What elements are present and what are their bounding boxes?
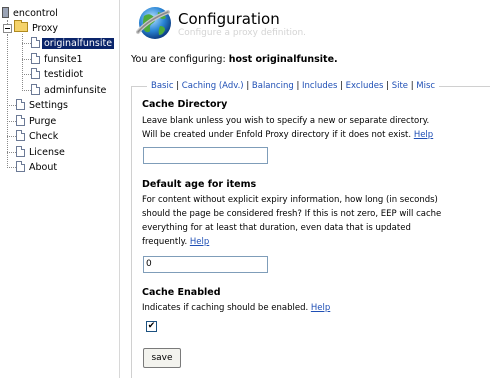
document-icon: [16, 161, 25, 172]
default-age-input[interactable]: 0: [143, 256, 268, 273]
cache-directory-help-link[interactable]: Help: [414, 130, 433, 140]
tab-caching[interactable]: Caching: [182, 81, 216, 91]
tree-connector: [7, 136, 16, 137]
cache-directory-description: Leave blank unless you wish to specify a…: [142, 114, 484, 142]
cache-enabled-description: Indicates if caching should be enabled. …: [142, 301, 484, 315]
default-age-description: For content without explicit expiry info…: [142, 193, 484, 249]
document-icon: [16, 146, 25, 157]
document-icon: [31, 37, 40, 48]
tree-item-label: originalfunsite: [42, 38, 115, 49]
default-age-title: Default age for items: [142, 179, 257, 190]
save-button[interactable]: save: [143, 348, 181, 368]
description-line: Will be created under Enfold Proxy direc…: [142, 128, 484, 142]
tree-item-label: Settings: [29, 100, 68, 111]
tree-item-label: testidiot: [44, 69, 84, 80]
tab-misc[interactable]: Misc: [416, 81, 435, 91]
cache-enabled-help-link[interactable]: Help: [311, 303, 330, 313]
description-line: everything for at least that duration, e…: [142, 223, 411, 233]
cache-directory-input[interactable]: [143, 147, 268, 164]
description-text: frequently.: [142, 237, 188, 247]
tree-item-label: Purge: [29, 116, 57, 127]
tree-item-purge[interactable]: Purge: [16, 115, 58, 128]
tree-site-funsite1[interactable]: funsite1: [31, 53, 85, 66]
document-icon: [16, 130, 25, 141]
tree-site-adminfunsite[interactable]: adminfunsite: [31, 84, 108, 97]
tab-caching-advanced[interactable]: (Adv.): [219, 81, 244, 91]
collapse-toggle-icon[interactable]: [3, 24, 12, 33]
tree-item-about[interactable]: About: [16, 161, 59, 174]
tree-divider: [119, 0, 120, 378]
folder-icon: [14, 20, 28, 32]
tree-item-label: funsite1: [44, 54, 83, 65]
tab-basic[interactable]: Basic: [151, 81, 174, 91]
page-title: Configuration: [178, 10, 280, 28]
tab-bar: Basic | Caching (Adv.) | Balancing | Inc…: [147, 81, 440, 92]
tab-balancing[interactable]: Balancing: [252, 81, 294, 91]
tree-connector: [22, 74, 31, 75]
configuring-prefix: You are configuring:: [131, 54, 226, 65]
tree-connector: [7, 34, 8, 168]
tree-connector: [7, 121, 16, 122]
tree-item-label: Check: [29, 131, 59, 142]
navigation-tree: encontrol Proxy originalfunsite funsite1…: [0, 0, 120, 378]
tab-separator: |: [176, 81, 180, 91]
tab-separator: |: [296, 81, 300, 91]
cache-directory-title: Cache Directory: [142, 99, 228, 110]
cache-enabled-title: Cache Enabled: [142, 287, 221, 298]
default-age-help-link[interactable]: Help: [190, 237, 209, 247]
description-text: Will be created under Enfold Proxy direc…: [142, 130, 412, 140]
tree-site-originalfunsite[interactable]: originalfunsite: [31, 37, 115, 50]
tree-root-encontrol[interactable]: encontrol: [2, 7, 60, 20]
tree-item-settings[interactable]: Settings: [16, 99, 70, 112]
cache-enabled-checkbox[interactable]: ✔: [146, 321, 157, 332]
tab-separator: |: [246, 81, 250, 91]
server-icon: [2, 7, 9, 18]
tab-separator: |: [386, 81, 389, 91]
tab-site[interactable]: Site: [392, 81, 408, 91]
page-subtitle: Configure a proxy definition.: [178, 28, 307, 38]
tree-connector: [22, 90, 31, 91]
globe-logo-icon: [136, 7, 171, 39]
tree-site-testidiot[interactable]: testidiot: [31, 68, 85, 81]
tree-item-proxy[interactable]: Proxy: [14, 20, 60, 35]
tree-connector: [7, 105, 16, 106]
tree-item-label: License: [29, 147, 65, 158]
tab-excludes[interactable]: Excludes: [346, 81, 384, 91]
tree-item-license[interactable]: License: [16, 146, 67, 159]
configuring-target: host originalfunsite.: [228, 54, 338, 65]
document-icon: [16, 115, 25, 126]
tree-item-label: adminfunsite: [44, 85, 107, 96]
tab-includes[interactable]: Includes: [302, 81, 337, 91]
tree-connector: [22, 59, 31, 60]
document-icon: [31, 68, 40, 79]
tree-connector: [7, 152, 16, 153]
document-icon: [16, 99, 25, 110]
tree-item-label: About: [29, 162, 58, 173]
description-line: frequently. Help: [142, 235, 484, 249]
tree-root-label: encontrol: [13, 8, 58, 19]
tree-item-label: Proxy: [32, 23, 59, 34]
tree-item-check[interactable]: Check: [16, 130, 60, 143]
document-icon: [31, 84, 40, 95]
description-line: Leave blank unless you wish to specify a…: [142, 116, 430, 126]
tree-connector: [22, 43, 31, 44]
description-line: For content without explicit expiry info…: [142, 195, 438, 205]
tree-connector: [7, 167, 16, 168]
description-text: Indicates if caching should be enabled.: [142, 303, 309, 313]
description-line: should the page be considered fresh? If …: [142, 209, 442, 219]
configuring-info: You are configuring: host originalfunsit…: [131, 54, 338, 65]
document-icon: [31, 53, 40, 64]
tab-separator: |: [340, 81, 343, 91]
tab-separator: |: [410, 81, 414, 91]
